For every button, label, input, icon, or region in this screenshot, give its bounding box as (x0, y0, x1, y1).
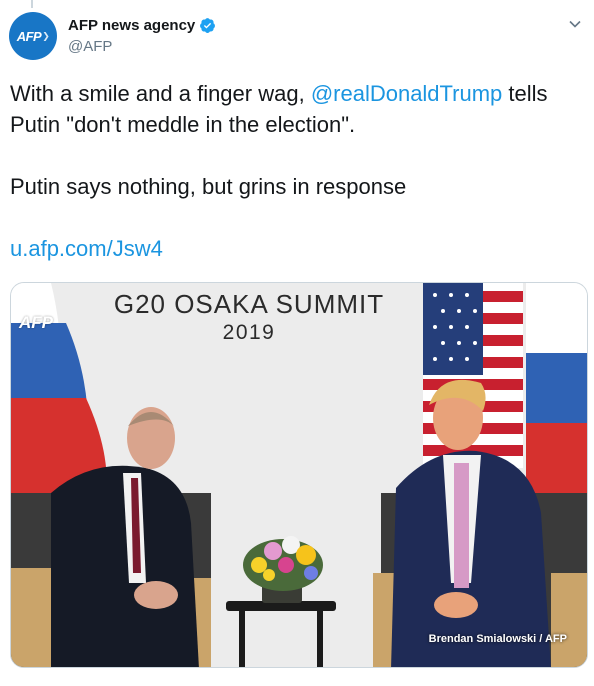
tweet-text: With a smile and a finger wag, @realDona… (10, 78, 580, 264)
tweet-photo[interactable]: G20 OSAKA SUMMIT 2019 AFP Brendan Smialo… (10, 282, 588, 668)
avatar-dots: ❯ (42, 30, 50, 41)
chevron-down-icon[interactable] (568, 17, 582, 31)
tweet-line-2: Putin says nothing, but grins in respons… (10, 174, 407, 199)
author-handle[interactable]: @AFP (68, 38, 112, 55)
tweet-line-1: With a smile and a finger wag, @realDona… (10, 78, 580, 140)
afp-watermark: AFP (19, 313, 53, 332)
backdrop-year: 2019 (222, 321, 276, 344)
author-name-text[interactable]: AFP news agency (68, 17, 195, 34)
tweet-line-1-prefix: With a smile and a finger wag, (10, 81, 311, 106)
photo-credit: Brendan Smialowski / AFP (428, 633, 567, 645)
mention-link[interactable]: @realDonaldTrump (311, 81, 502, 106)
avatar[interactable]: AFP ❯ (9, 12, 57, 60)
author-name[interactable]: AFP news agency (68, 17, 216, 34)
avatar-text: AFP (16, 28, 42, 44)
tweet-url-link[interactable]: u.afp.com/Jsw4 (10, 236, 163, 261)
backdrop-title: G20 OSAKA SUMMIT (113, 289, 385, 319)
thread-line (31, 0, 33, 8)
russian-flag-right (526, 283, 587, 493)
verified-badge-icon (200, 18, 216, 33)
